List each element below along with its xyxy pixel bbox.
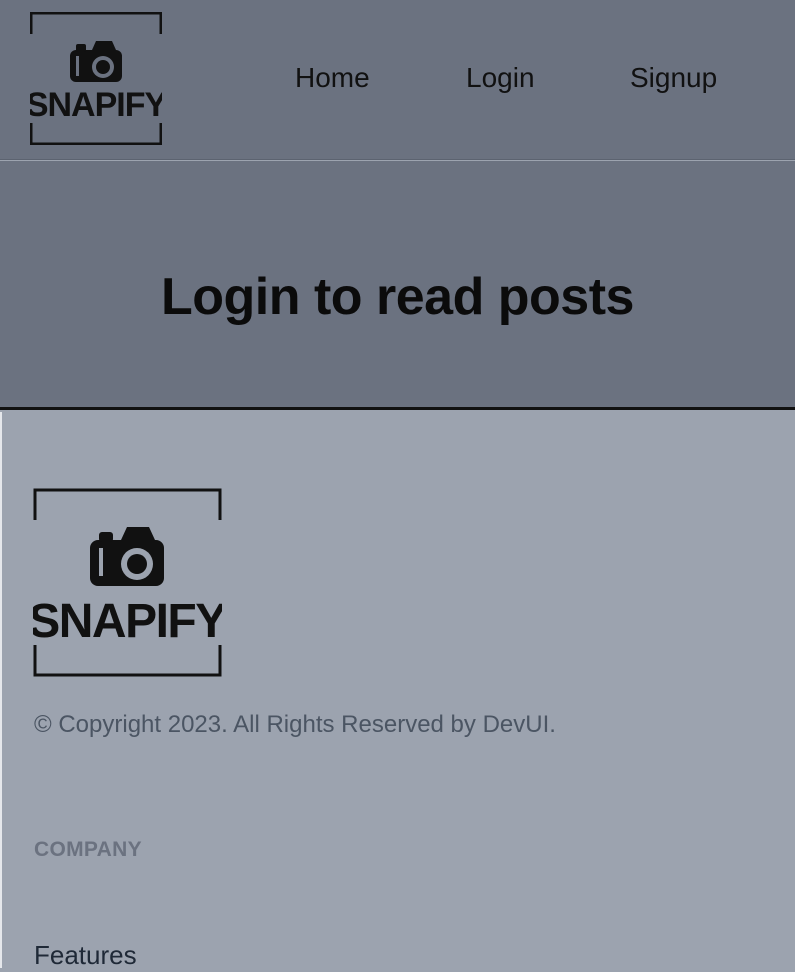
footer-logo[interactable]: SNAPIFY bbox=[28, 488, 229, 677]
nav-links: Home Login Signup bbox=[0, 56, 795, 100]
copyright-text: © Copyright 2023. All Rights Reserved by… bbox=[34, 711, 556, 738]
navbar: SNAPIFY Home Login Signup bbox=[0, 0, 795, 160]
footer-link-features[interactable]: Features bbox=[34, 938, 137, 972]
footer: SNAPIFY © Copyright 2023. All Rights Res… bbox=[0, 412, 795, 970]
footer-logo-text: SNAPIFY bbox=[33, 595, 222, 648]
hero-section: Login to read posts bbox=[0, 161, 795, 410]
nav-signup-link[interactable]: Signup bbox=[630, 56, 717, 100]
nav-home-link[interactable]: Home bbox=[295, 56, 370, 100]
page-title: Login to read posts bbox=[161, 268, 634, 326]
nav-login-link[interactable]: Login bbox=[466, 56, 535, 100]
camera-icon: SNAPIFY bbox=[28, 488, 229, 677]
company-heading: COMPANY bbox=[34, 838, 142, 861]
